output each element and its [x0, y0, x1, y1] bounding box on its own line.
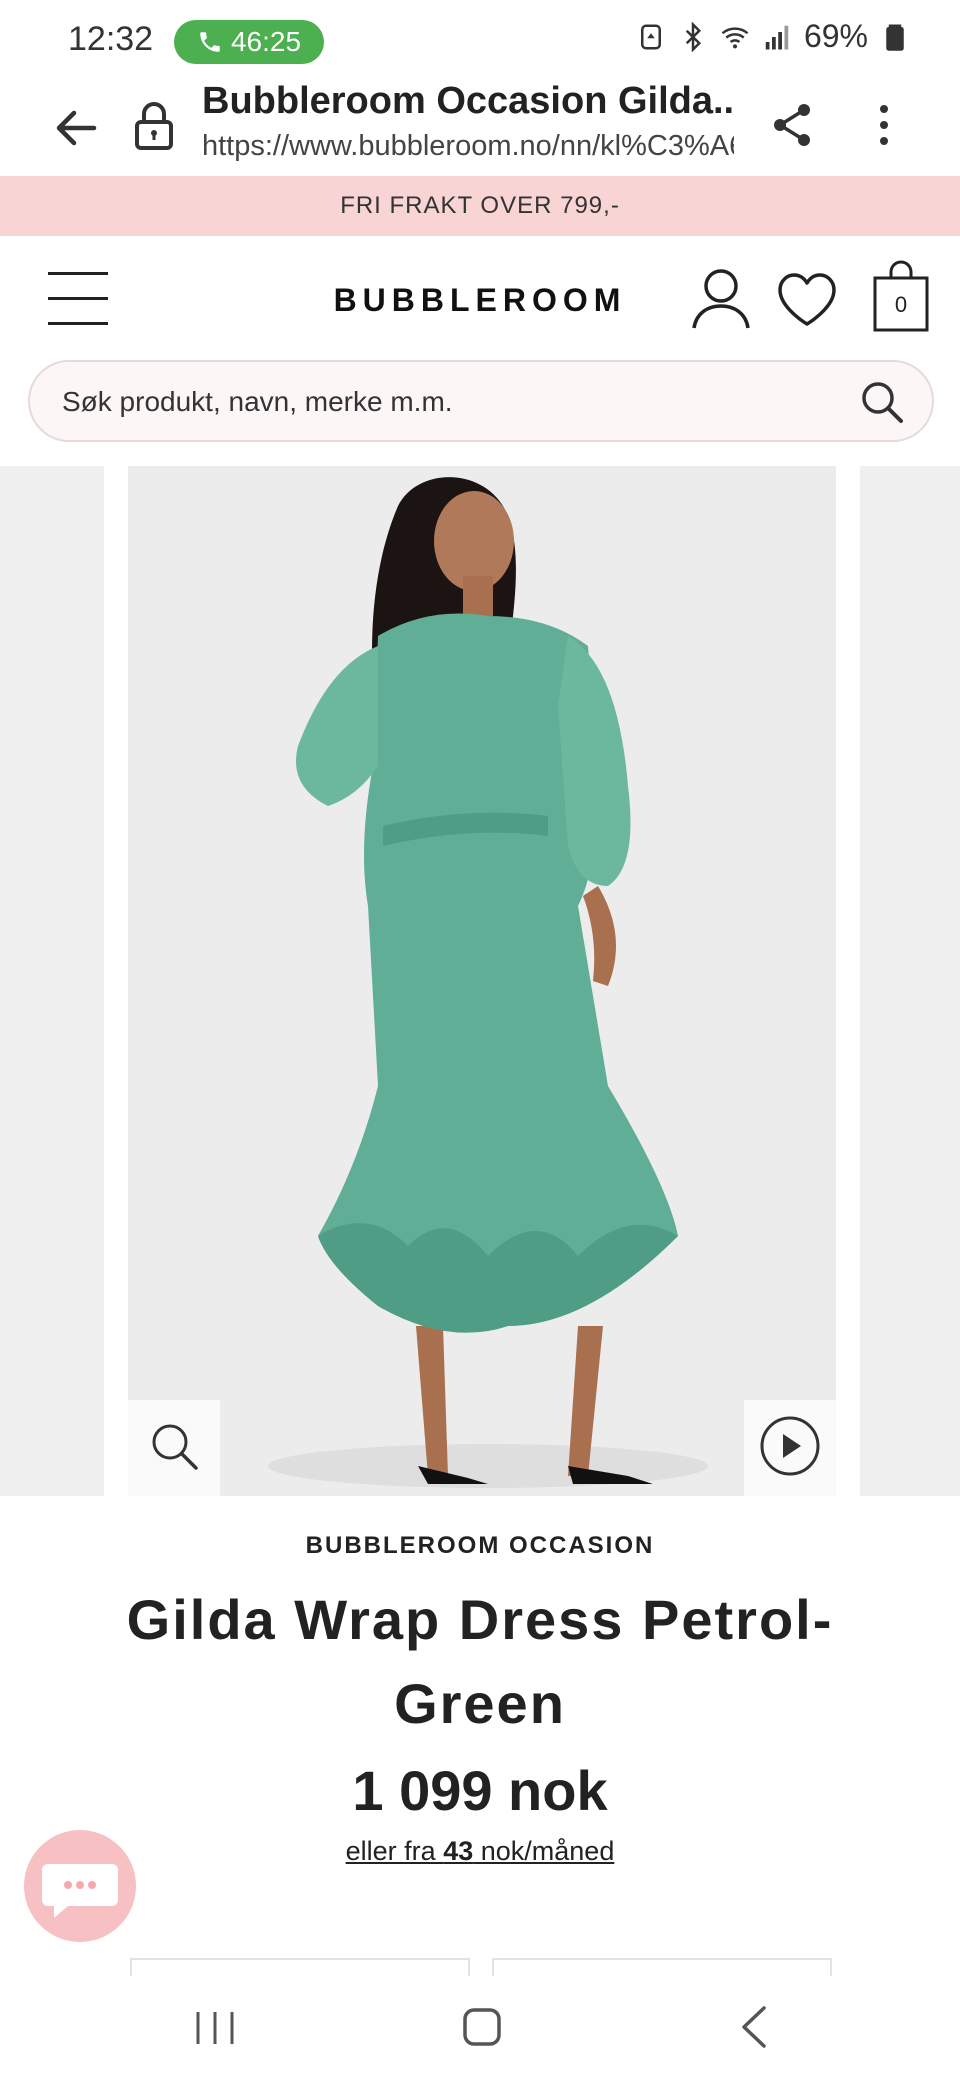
- product-image-gallery[interactable]: [0, 466, 960, 1496]
- page-title[interactable]: Bubbleroom Occasion Gilda...: [202, 80, 732, 123]
- phone-icon: [200, 32, 220, 52]
- product-brand[interactable]: BUBBLEROOM OCCASION: [0, 1532, 960, 1560]
- product-price: 1 099 nok: [352, 1759, 608, 1822]
- next-slide-peek[interactable]: [860, 466, 960, 1496]
- search-icon[interactable]: [860, 380, 904, 424]
- url-address[interactable]: https://www.bubbleroom.no/nn/kl%C3%A6r: [202, 130, 734, 163]
- recycle-icon: [640, 24, 661, 49]
- battery-icon: [886, 24, 904, 51]
- signal-icon: [765, 25, 789, 49]
- search-box[interactable]: [28, 360, 934, 442]
- installment-link[interactable]: eller fra 43 nok/måned: [346, 1836, 615, 1866]
- site-header: BUBBLEROOM 0: [0, 236, 960, 466]
- battery-percent: 69%: [803, 18, 868, 54]
- search-input[interactable]: [62, 380, 842, 424]
- installment-link-container: eller fra 43 nok/måned: [0, 1836, 960, 1867]
- zoom-button[interactable]: [128, 1400, 220, 1496]
- chat-button[interactable]: [24, 1830, 136, 1942]
- lock-icon[interactable]: [132, 100, 176, 152]
- product-image[interactable]: [128, 466, 836, 1496]
- magnifier-icon: [152, 1424, 198, 1470]
- previous-slide-peek[interactable]: [0, 466, 104, 1496]
- model-wearing-dress-image: [128, 466, 836, 1496]
- nav-back-icon[interactable]: [736, 2004, 772, 2050]
- ongoing-call-pill[interactable]: 46:25: [174, 20, 324, 64]
- back-arrow-icon[interactable]: [50, 102, 102, 154]
- home-icon[interactable]: [462, 2006, 502, 2048]
- product-title: Gilda Wrap Dress Petrol-Green: [126, 1588, 834, 1735]
- account-icon[interactable]: [690, 266, 752, 330]
- wifi-icon: [721, 26, 749, 48]
- call-duration: 46:25: [230, 26, 302, 57]
- heart-icon[interactable]: [776, 272, 838, 328]
- installment-amount: 43: [443, 1836, 474, 1866]
- recent-apps-icon[interactable]: [190, 2008, 240, 2048]
- installment-prefix: eller fra: [345, 1836, 444, 1866]
- status-time: 12:32: [68, 20, 154, 58]
- chat-bubble-icon: [42, 1864, 118, 1918]
- cart-count: 0: [894, 292, 908, 317]
- more-vert-icon[interactable]: [872, 100, 896, 150]
- browser-url-bar: Bubbleroom Occasion Gilda... https://www…: [0, 80, 960, 176]
- bluetooth-icon: [685, 21, 701, 52]
- status-bar: 12:32 46:25 69%: [0, 0, 960, 80]
- cart-button[interactable]: 0: [872, 260, 930, 332]
- status-icons: 69%: [636, 18, 910, 55]
- share-icon[interactable]: [770, 100, 814, 150]
- play-video-button[interactable]: [744, 1400, 836, 1496]
- play-icon: [760, 1416, 820, 1476]
- system-navigation-bar: [0, 1976, 960, 2080]
- installment-suffix: nok/måned: [473, 1836, 615, 1866]
- free-shipping-banner[interactable]: FRI FRAKT OVER 799,-: [0, 176, 960, 236]
